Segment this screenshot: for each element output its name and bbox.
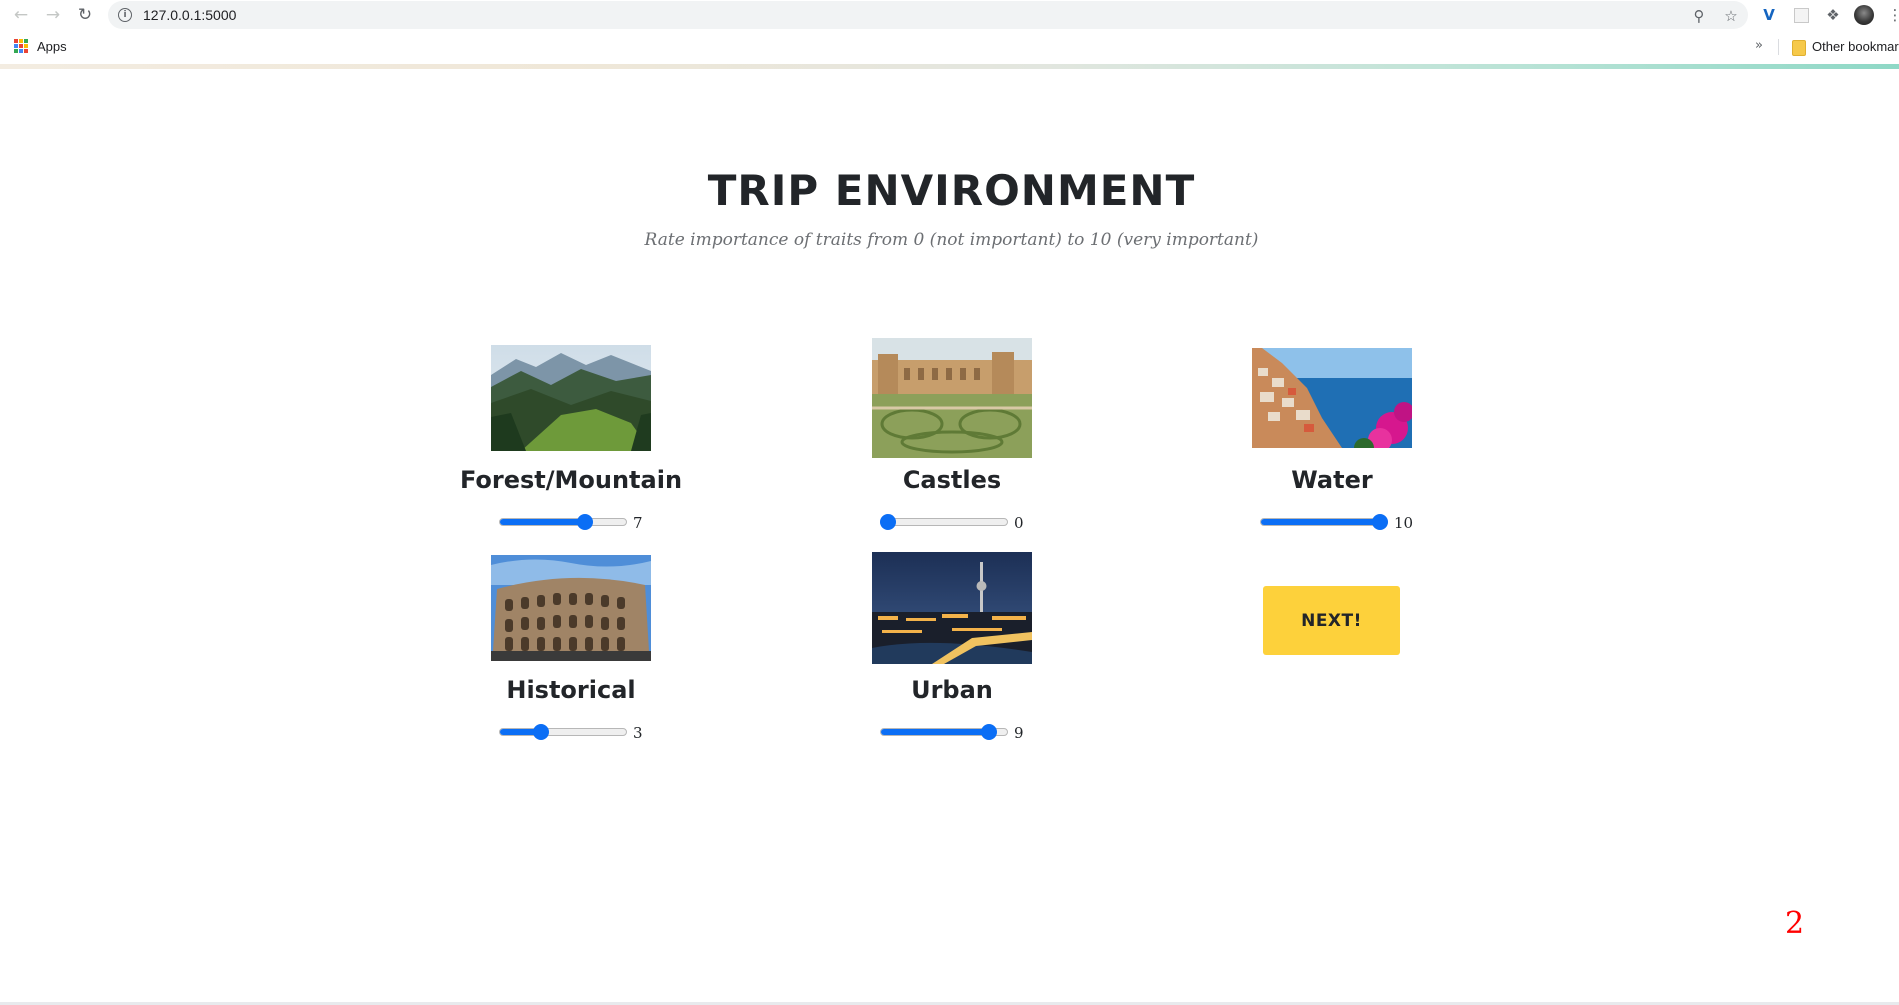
reload-icon[interactable]: ↻	[73, 3, 97, 27]
extension-blank-icon[interactable]	[1790, 4, 1812, 26]
apps-link[interactable]: Apps	[37, 39, 67, 54]
bookmarks-bar: Apps » Other bookmark	[0, 32, 1899, 60]
slider-track[interactable]	[1260, 518, 1388, 526]
trait-label: Water	[1291, 466, 1373, 494]
coastal-town-photo	[1252, 348, 1412, 448]
bookmarks-separator	[1778, 39, 1779, 55]
slider-track[interactable]	[499, 728, 627, 736]
slider-thumb[interactable]	[532, 724, 549, 740]
trait-card-forest-mountain: Forest/Mountain 7	[441, 338, 701, 538]
extensions-puzzle-icon[interactable]: ❖	[1822, 4, 1844, 26]
extension-v-icon[interactable]: V	[1758, 4, 1780, 26]
trait-card-water: Water 10	[1202, 338, 1462, 538]
trait-label: Urban	[911, 676, 993, 704]
trait-label: Forest/Mountain	[459, 466, 683, 494]
site-info-icon[interactable]: i	[118, 8, 132, 22]
browser-toolbar: ← → ↻ i 127.0.0.1:5000 ⚲ ☆ V ❖ ⋮	[0, 0, 1899, 30]
slider-thumb[interactable]	[980, 724, 997, 740]
trait-slider[interactable]: 9	[822, 722, 1082, 742]
bookmark-star-icon[interactable]: ☆	[1720, 5, 1742, 27]
trait-slider[interactable]: 3	[441, 722, 701, 742]
slider-fill	[500, 519, 587, 525]
slider-track[interactable]	[499, 518, 627, 526]
trait-slider[interactable]: 10	[1202, 512, 1462, 532]
palace-gardens-photo	[872, 338, 1032, 458]
page-number: 2	[1785, 906, 1805, 941]
slider-thumb[interactable]	[1372, 514, 1388, 530]
folder-icon[interactable]	[1792, 40, 1806, 56]
zoom-icon[interactable]: ⚲	[1688, 5, 1710, 27]
other-bookmarks-link[interactable]: Other bookmark	[1812, 39, 1899, 54]
profile-avatar-icon[interactable]	[1853, 4, 1875, 26]
trait-label: Historical	[506, 676, 636, 704]
next-button[interactable]: NEXT!	[1263, 586, 1400, 655]
slider-value: 0	[1014, 514, 1024, 532]
browser-menu-icon[interactable]: ⋮	[1884, 4, 1899, 26]
trait-card-urban: Urban 9	[822, 548, 1082, 748]
slider-fill	[881, 729, 990, 735]
trait-slider[interactable]: 7	[441, 512, 701, 532]
slider-value: 7	[633, 514, 643, 532]
forward-arrow-icon[interactable]: →	[41, 3, 65, 27]
trait-card-castles: Castles 0	[822, 338, 1082, 538]
slider-fill	[1261, 519, 1381, 525]
slider-track[interactable]	[880, 518, 1008, 526]
colosseum-photo	[491, 555, 651, 661]
slider-value: 10	[1394, 514, 1414, 532]
mountain-valley-photo	[491, 345, 651, 451]
trait-slider[interactable]: 0	[822, 512, 1082, 532]
slider-thumb[interactable]	[577, 514, 594, 530]
bookmarks-overflow-icon[interactable]: »	[1755, 38, 1763, 53]
slider-value: 9	[1014, 724, 1024, 742]
page-title: TRIP ENVIRONMENT	[707, 166, 1196, 215]
url-text[interactable]: 127.0.0.1:5000	[143, 7, 236, 23]
back-arrow-icon[interactable]: ←	[9, 3, 33, 27]
apps-grid-icon[interactable]	[14, 39, 28, 53]
slider-value: 3	[633, 724, 643, 742]
city-night-skyline-photo	[872, 552, 1032, 664]
slider-thumb[interactable]	[880, 514, 896, 530]
header-banner-strip	[0, 64, 1899, 69]
trait-card-historical: Historical 3	[441, 548, 701, 748]
address-bar[interactable]: i 127.0.0.1:5000 ⚲ ☆	[108, 1, 1748, 29]
page-subtitle: Rate importance of traits from 0 (not im…	[644, 230, 1259, 250]
trait-label: Castles	[902, 466, 1002, 494]
